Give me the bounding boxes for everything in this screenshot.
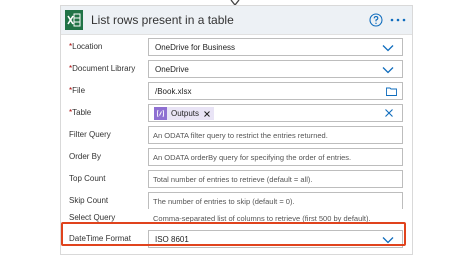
document-library-dropdown[interactable]: OneDrive <box>148 60 403 78</box>
outputs-token[interactable]: Outputs <box>154 107 215 120</box>
select-query-label: Select Query <box>69 213 116 222</box>
action-card: List rows present in a table *Location O… <box>60 5 413 255</box>
order-by-row: Order By An ODATA orderBy query for spec… <box>61 148 414 167</box>
top-count-label: Top Count <box>69 174 106 183</box>
location-dropdown[interactable]: OneDrive for Business <box>148 38 403 56</box>
filter-query-input[interactable]: An ODATA filter query to restrict the en… <box>148 126 403 144</box>
document-library-value: OneDrive <box>155 65 189 74</box>
table-input[interactable]: Outputs <box>148 104 403 122</box>
more-options-icon[interactable] <box>389 14 407 26</box>
location-row: *Location OneDrive for Business <box>61 38 414 57</box>
canvas: List rows present in a table *Location O… <box>0 0 474 255</box>
file-label: *File <box>69 86 86 95</box>
chevron-down-icon[interactable] <box>382 44 394 52</box>
excel-icon <box>65 10 83 30</box>
location-label: *Location <box>69 42 103 51</box>
filter-query-label: Filter Query <box>69 130 111 139</box>
help-icon[interactable] <box>369 13 383 27</box>
filter-query-placeholder: An ODATA filter query to restrict the en… <box>153 131 328 140</box>
document-library-label: *Document Library <box>69 64 136 73</box>
table-label: *Table <box>69 108 92 117</box>
skip-count-input[interactable]: The number of entries to skip (default =… <box>148 192 403 210</box>
action-card-header[interactable]: List rows present in a table <box>61 6 412 35</box>
skip-count-placeholder: The number of entries to skip (default =… <box>153 197 295 206</box>
order-by-placeholder: An ODATA orderBy query for specifying th… <box>153 153 352 162</box>
location-value: OneDrive for Business <box>155 43 236 52</box>
chevron-down-icon[interactable] <box>382 66 394 74</box>
close-icon[interactable] <box>385 109 393 117</box>
top-count-row: Top Count Total number of entries to ret… <box>61 170 414 189</box>
remove-token-icon[interactable] <box>204 110 210 117</box>
action-title: List rows present in a table <box>91 13 234 27</box>
top-count-placeholder: Total number of entries to retrieve (def… <box>153 175 313 184</box>
file-row: *File /Book.xlsx <box>61 82 414 101</box>
file-value: /Book.xlsx <box>155 87 192 96</box>
order-by-input[interactable]: An ODATA orderBy query for specifying th… <box>148 148 403 166</box>
file-input[interactable]: /Book.xlsx <box>148 82 403 100</box>
filter-query-row: Filter Query An ODATA filter query to re… <box>61 126 414 145</box>
function-icon <box>156 109 165 118</box>
folder-icon[interactable] <box>386 87 397 96</box>
order-by-label: Order By <box>69 152 102 161</box>
document-library-row: *Document Library OneDrive <box>61 60 414 79</box>
highlight-box <box>61 222 406 246</box>
table-row: *Table Outputs <box>61 104 414 123</box>
skip-count-label: Skip Count <box>69 196 109 205</box>
top-count-input[interactable]: Total number of entries to retrieve (def… <box>148 170 403 188</box>
expression-icon <box>154 107 167 120</box>
token-label: Outputs <box>171 109 200 118</box>
